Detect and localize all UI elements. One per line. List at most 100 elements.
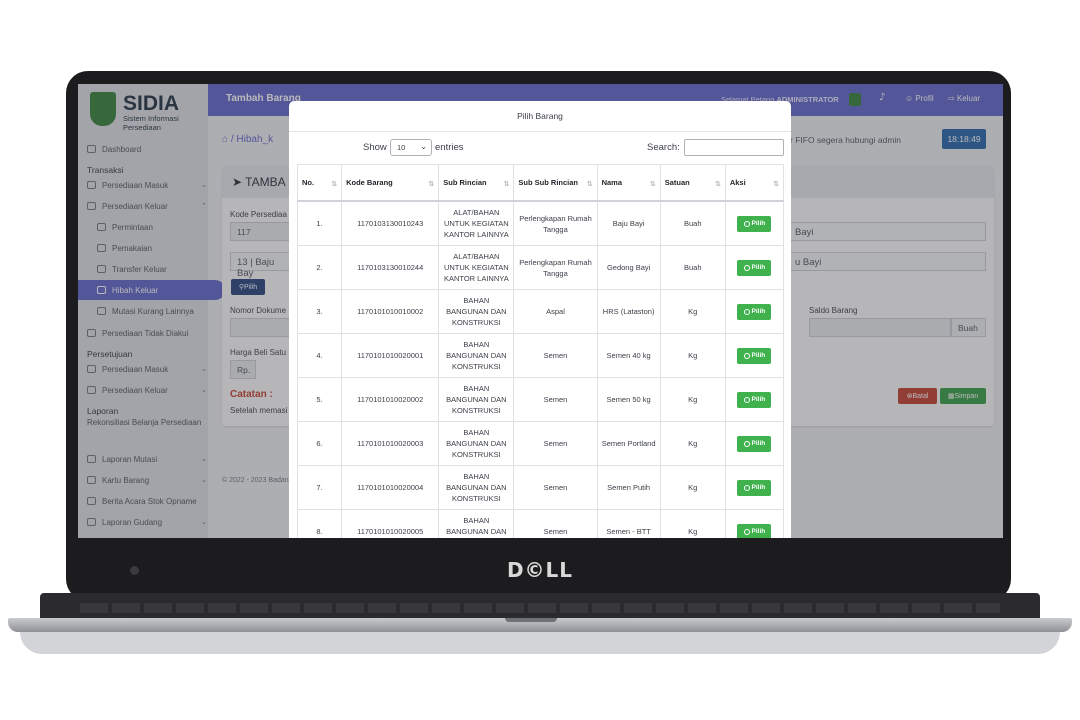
check-circle-icon	[743, 220, 750, 227]
cell-no: 1.	[296, 200, 343, 246]
cell-sub-sub-rincian: Perlengkapan Rumah Tangga	[513, 200, 598, 246]
cell-no: 6.	[296, 421, 343, 466]
cell-sub-rincian: BAHAN BANGUNAN DAN KONSTRUKSI	[438, 509, 515, 538]
col-kode[interactable]: Kode Barang ⇅	[341, 164, 440, 202]
cell-nama: Gedong Bayi	[596, 245, 661, 290]
entries-select[interactable]: 10 ⌄	[390, 139, 432, 156]
laptop-notch	[505, 618, 557, 622]
cell-nama: Semen 50 kg	[596, 377, 661, 422]
check-circle-icon	[743, 484, 750, 491]
cell-kode: 1170103130010244	[341, 245, 440, 290]
cell-aksi: Pilih	[724, 465, 785, 510]
col-satuan[interactable]: Satuan ⇅	[659, 164, 726, 202]
cell-sub-rincian: BAHAN BANGUNAN DAN KONSTRUKSI	[438, 289, 515, 334]
cell-kode: 1170101010020004	[341, 465, 440, 510]
col-nama[interactable]: Nama ⇅	[596, 164, 661, 202]
col-label: Nama	[601, 177, 622, 187]
table-row: 6. 1170101010020003 BAHAN BANGUNAN DAN KON…	[296, 421, 785, 466]
cell-nama: Semen Portland	[596, 421, 661, 466]
sort-icon: ⇅	[428, 181, 435, 188]
cell-kode: 1170101010010002	[341, 289, 440, 334]
sort-icon: ⇅	[714, 181, 721, 188]
cell-nama: HRS (Lataston)	[596, 289, 661, 334]
sort-icon: ⇅	[773, 181, 779, 188]
check-circle-icon	[743, 352, 750, 359]
modal-header: Pilih Barang	[289, 101, 791, 132]
cell-sub-sub-rincian: Aspal	[513, 289, 598, 334]
cell-satuan: Kg	[659, 289, 726, 334]
cell-no: 5.	[296, 377, 343, 422]
cell-nama: Baju Bayi	[596, 200, 661, 246]
check-circle-icon	[743, 440, 750, 447]
col-no[interactable]: No. ⇅	[296, 164, 343, 202]
col-sub-rincian[interactable]: Sub Rincian ⇅	[438, 164, 515, 202]
pilih-button[interactable]: Pilih	[737, 215, 772, 232]
cell-kode: 1170101010020002	[341, 377, 440, 422]
barang-table: No. ⇅ Kode Barang ⇅ Sub Rincian ⇅ Sub Sub R…	[296, 164, 785, 538]
screen: SIDIA Sistem Informasi Persediaan Dashbo…	[78, 84, 1003, 538]
cell-sub-sub-rincian: Semen	[513, 421, 598, 466]
cell-sub-rincian: ALAT/BAHAN UNTUK KEGIATAN KANTOR LAINNYA	[438, 200, 515, 246]
pilih-button[interactable]: Pilih	[737, 303, 772, 320]
entries-value: 10	[397, 143, 406, 152]
cell-sub-sub-rincian: Perlengkapan Rumah Tangga	[513, 245, 598, 290]
cell-kode: 1170103130010243	[341, 200, 440, 246]
cell-satuan: Buah	[659, 245, 726, 290]
table-row: 1. 1170103130010243 ALAT/BAHAN UNTUK KEGIA…	[296, 200, 785, 246]
cell-nama: Semen Putih	[596, 465, 661, 510]
cell-aksi: Pilih	[724, 377, 785, 422]
search-input[interactable]	[684, 139, 784, 156]
pilih-label: Pilih	[751, 484, 766, 491]
table-header-row: No. ⇅ Kode Barang ⇅ Sub Rincian ⇅ Sub Sub R…	[296, 164, 785, 202]
cell-aksi: Pilih	[724, 333, 785, 378]
table-row: 8.1170101010020005BAHAN BANGUNAN DAN KON…	[296, 509, 785, 538]
pilih-label: Pilih	[751, 528, 766, 535]
cell-no: 8.	[296, 509, 343, 538]
device-logo: D©LL	[506, 558, 574, 582]
check-circle-icon	[743, 264, 750, 271]
pilih-label: Pilih	[751, 220, 766, 227]
modal-title: Pilih Barang	[517, 111, 563, 121]
table-row: 4. 1170101010020001 BAHAN BANGUNAN DAN KON…	[296, 333, 785, 378]
check-circle-icon	[743, 308, 750, 315]
pilih-button[interactable]: Pilih	[737, 347, 772, 364]
cell-no: 2.	[296, 245, 343, 290]
pilih-button[interactable]: Pilih	[737, 523, 772, 538]
sort-icon: ⇅	[649, 181, 656, 188]
key-row	[80, 603, 1000, 613]
table-row: 2. 1170103130010244 ALAT/BAHAN UNTUK KEGIA…	[296, 245, 785, 290]
cell-aksi: Pilih	[724, 289, 785, 334]
search-label: Search:	[647, 142, 680, 153]
check-circle-icon	[743, 528, 750, 535]
cell-nama: Semen - BTT	[596, 509, 661, 538]
entries-label: entries	[435, 142, 464, 153]
sort-icon: ⇅	[503, 181, 510, 188]
col-aksi[interactable]: Aksi ⇅	[724, 164, 785, 202]
cell-sub-sub-rincian: Semen	[513, 509, 598, 538]
cell-sub-sub-rincian: Semen	[513, 377, 598, 422]
sort-icon: ⇅	[586, 181, 593, 188]
cell-no: 3.	[296, 289, 343, 334]
table-row: 3. 1170101010010002 BAHAN BANGUNAN DAN KON…	[296, 289, 785, 334]
pilih-label: Pilih	[751, 352, 766, 359]
webcam	[130, 566, 139, 575]
pilih-button[interactable]: Pilih	[737, 479, 772, 496]
col-label: No.	[302, 177, 315, 187]
pilih-button[interactable]: Pilih	[737, 391, 772, 408]
cell-satuan: Kg	[659, 509, 726, 538]
cell-satuan: Kg	[659, 421, 726, 466]
cell-satuan: Kg	[659, 377, 726, 422]
cell-no: 4.	[296, 333, 343, 378]
col-label: Satuan	[664, 177, 690, 187]
cell-satuan: Kg	[659, 465, 726, 510]
col-sub-sub-rincian[interactable]: Sub Sub Rincian ⇅	[513, 164, 598, 202]
cell-sub-rincian: BAHAN BANGUNAN DAN KONSTRUKSI	[438, 465, 515, 510]
cell-sub-rincian: BAHAN BANGUNAN DAN KONSTRUKSI	[438, 333, 515, 378]
cell-aksi: Pilih	[724, 200, 785, 246]
cell-kode: 1170101010020005	[341, 509, 440, 538]
laptop-base-shadow	[20, 632, 1060, 654]
cell-aksi: Pilih	[724, 421, 785, 466]
pilih-button[interactable]: Pilih	[737, 259, 772, 276]
show-label: Show	[363, 142, 387, 153]
pilih-button[interactable]: Pilih	[737, 435, 772, 452]
